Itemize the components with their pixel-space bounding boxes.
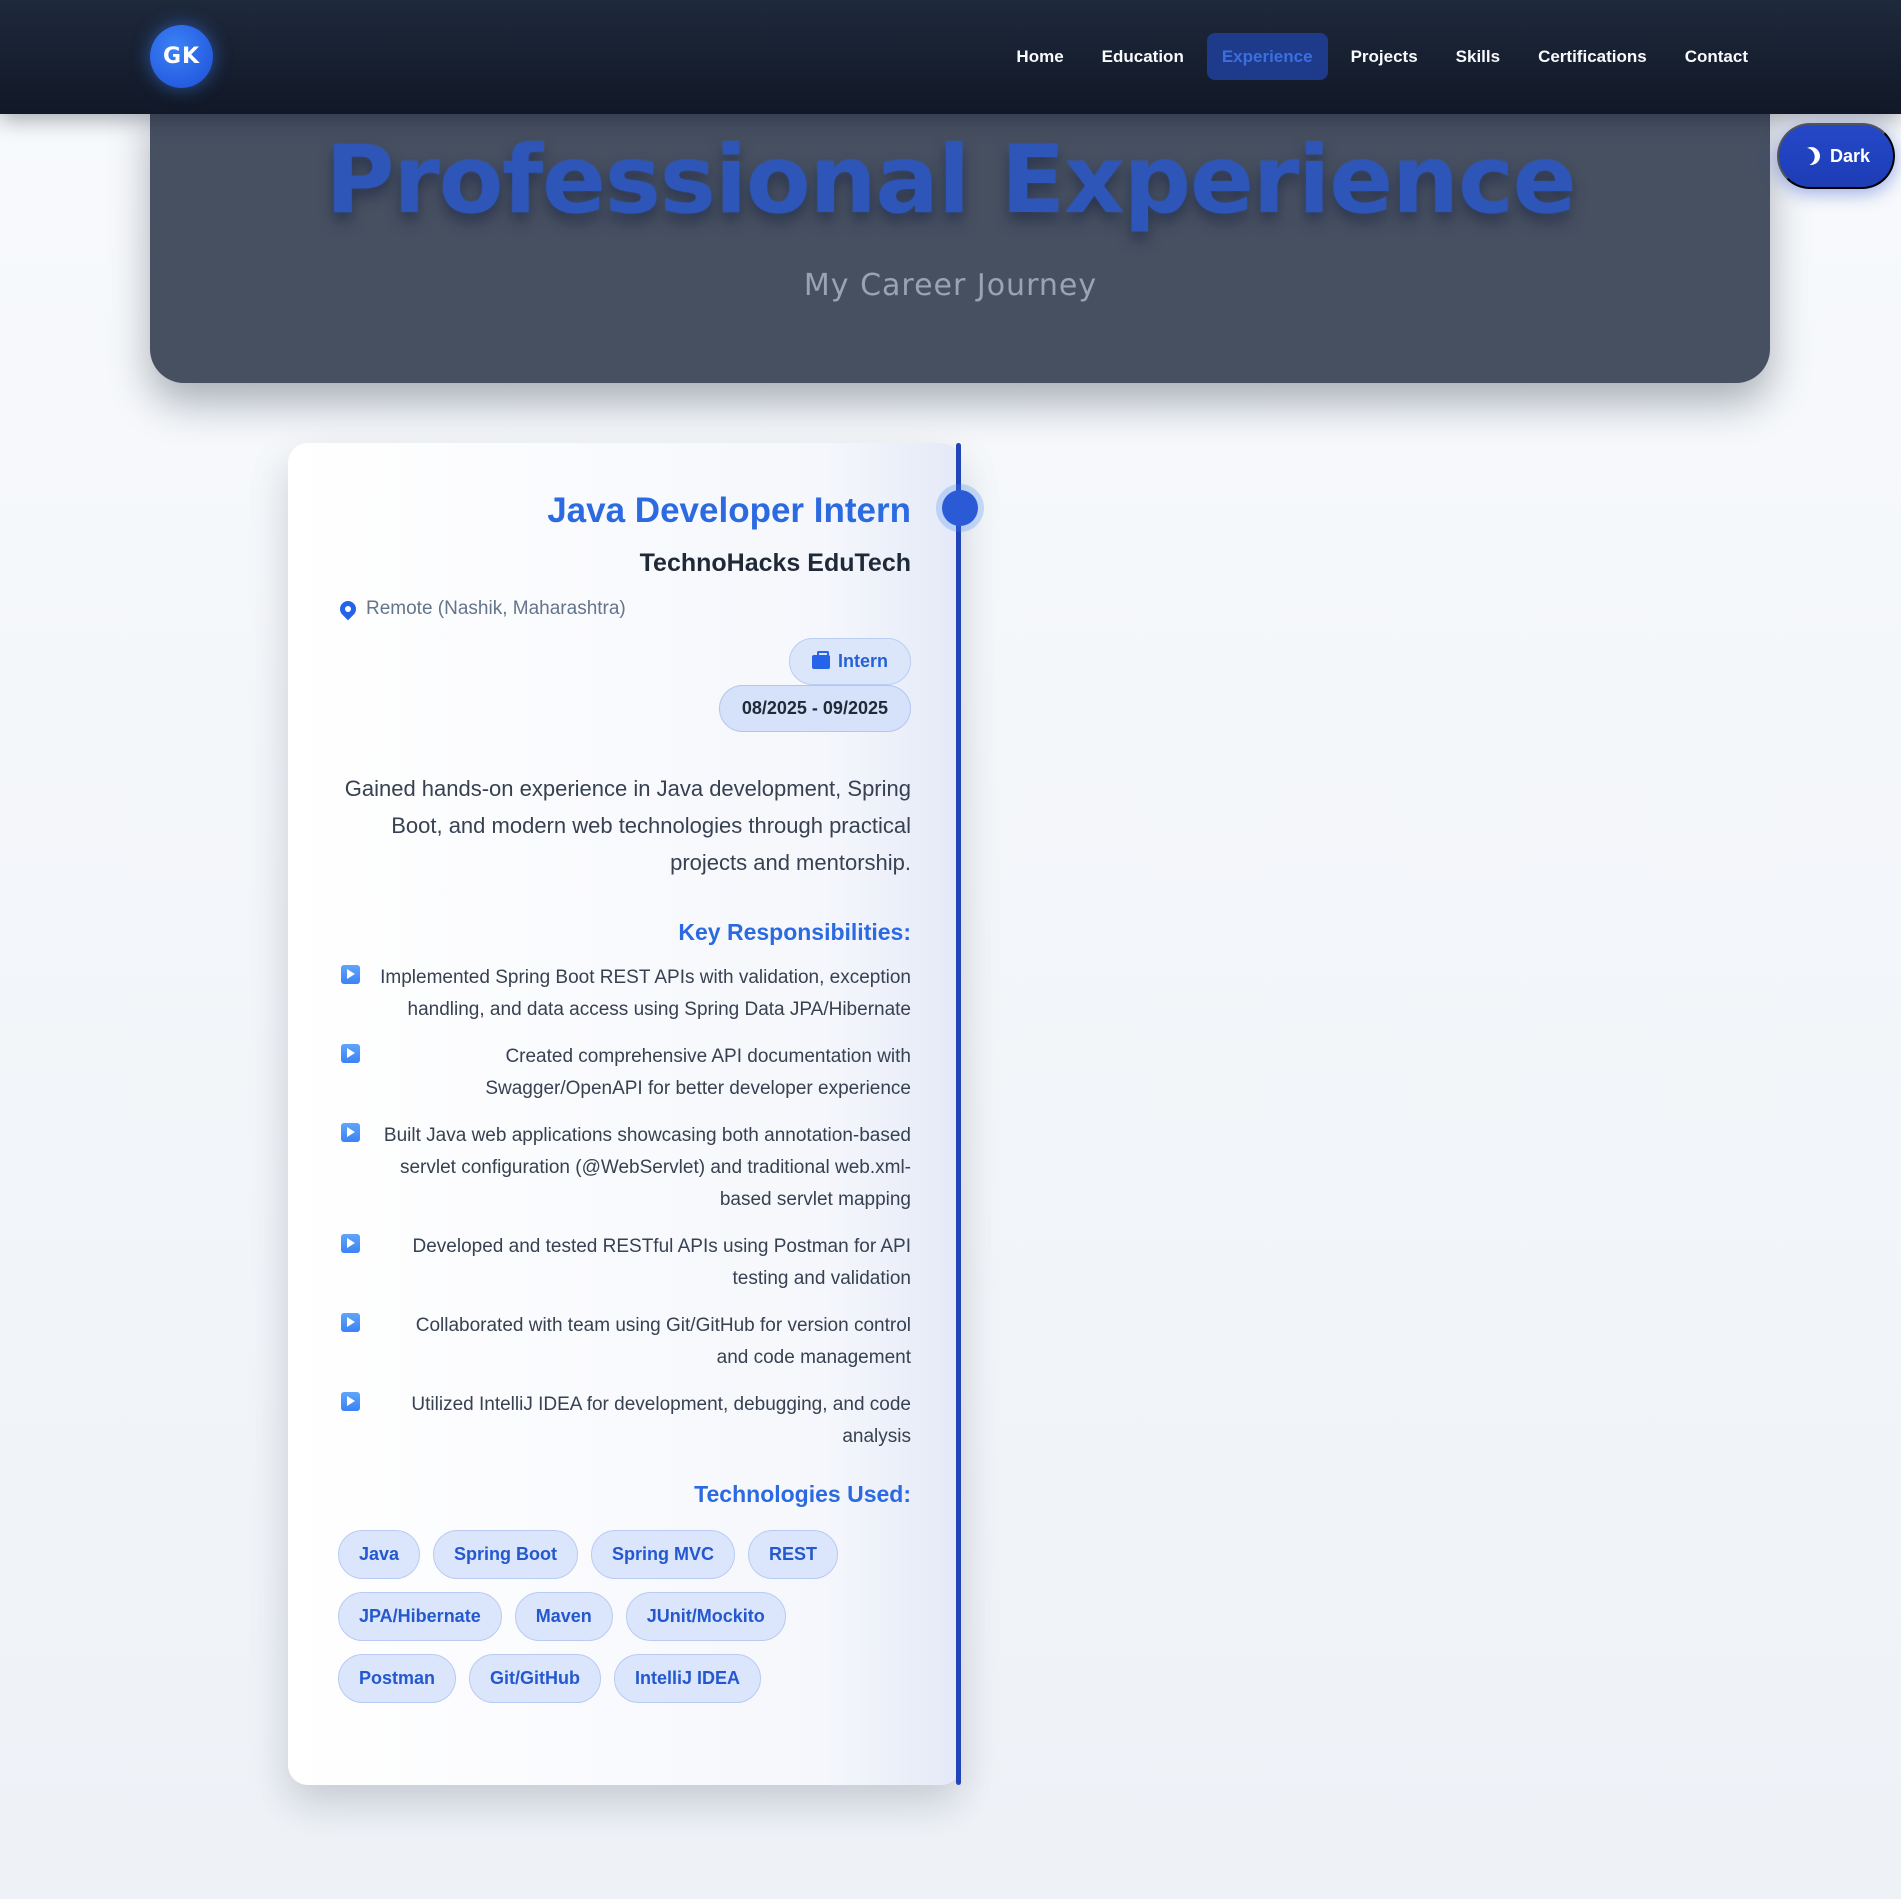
tech-tag: REST [748, 1530, 839, 1579]
dark-mode-label: Dark [1829, 145, 1871, 166]
play-bullet-icon [341, 1392, 360, 1411]
responsibility-text: Created comprehensive API documentation … [485, 1046, 911, 1099]
nav-link-skills[interactable]: Skills [1441, 33, 1515, 80]
nav-link-certifications[interactable]: Certifications [1523, 33, 1662, 80]
location-text: Remote (Nashik, Maharashtra) [366, 598, 626, 619]
list-item: Created comprehensive API documentation … [338, 1041, 911, 1105]
tech-tag: IntelliJ IDEA [614, 1654, 762, 1703]
navbar: GK Home Education Experience Projects Sk… [0, 0, 1901, 114]
responsibility-text: Developed and tested RESTful APIs using … [412, 1236, 912, 1289]
date-range-badge: 08/2025 - 09/2025 [718, 685, 911, 732]
page-subtitle: My Career Journey [803, 268, 1098, 303]
play-bullet-icon [341, 1044, 360, 1063]
nav-link-education[interactable]: Education [1087, 33, 1199, 80]
location: Remote (Nashik, Maharashtra) [336, 597, 911, 621]
list-item: Developed and tested RESTful APIs using … [338, 1231, 911, 1295]
tech-tag: Postman [338, 1654, 457, 1703]
nav-link-projects[interactable]: Projects [1336, 33, 1433, 80]
nav-links: Home Education Experience Projects Skill… [1001, 33, 1763, 80]
tech-tag: Java [338, 1530, 421, 1579]
logo[interactable]: GK [150, 25, 213, 88]
nav-link-contact[interactable]: Contact [1670, 33, 1763, 80]
responsibility-text: Built Java web applications showcasing b… [383, 1125, 911, 1210]
list-item: Implemented Spring Boot REST APIs with v… [338, 962, 911, 1026]
timeline-line [956, 443, 961, 1785]
list-item: Built Java web applications showcasing b… [338, 1120, 911, 1216]
list-item: Utilized IntelliJ IDEA for development, … [338, 1389, 911, 1453]
job-title: Java Developer Intern [547, 491, 911, 530]
company-name: TechnoHacks EduTech [639, 549, 911, 577]
responsibilities-list: Implemented Spring Boot REST APIs with v… [338, 962, 911, 1453]
list-item: Collaborated with team using Git/GitHub … [338, 1310, 911, 1374]
tech-tag: JPA/Hibernate [338, 1592, 502, 1641]
play-bullet-icon [341, 965, 360, 984]
experience-card: Java Developer Intern TechnoHacks EduTec… [288, 443, 961, 1785]
tech-tag: Spring MVC [591, 1530, 736, 1579]
employment-type-badge: Intern [788, 638, 911, 685]
job-summary: Gained hands-on experience in Java devel… [344, 776, 911, 875]
briefcase-icon [811, 650, 830, 669]
responsibility-text: Collaborated with team using Git/GitHub … [415, 1315, 911, 1368]
play-bullet-icon [341, 1313, 360, 1332]
technologies-heading: Technologies Used: [694, 1481, 911, 1507]
play-bullet-icon [341, 1123, 360, 1142]
moon-icon [1799, 144, 1824, 169]
nav-link-experience[interactable]: Experience [1206, 33, 1328, 80]
responsibility-text: Utilized IntelliJ IDEA for development, … [411, 1394, 911, 1447]
badges: Intern 08/2025 - 09/2025 [338, 638, 911, 732]
map-pin-icon [336, 597, 360, 621]
play-bullet-icon [341, 1234, 360, 1253]
dark-mode-toggle[interactable]: Dark [1777, 123, 1895, 189]
tech-tag: Git/GitHub [469, 1654, 602, 1703]
tech-tag: JUnit/Mockito [625, 1592, 786, 1641]
tech-tag: Spring Boot [433, 1530, 579, 1579]
responsibilities-heading: Key Responsibilities: [678, 919, 911, 945]
employment-type-label: Intern [837, 651, 888, 671]
responsibility-text: Implemented Spring Boot REST APIs with v… [380, 967, 911, 1020]
tech-tag: Maven [514, 1592, 613, 1641]
page-title: Professional Experience [325, 126, 1576, 235]
timeline-dot [942, 490, 978, 526]
nav-link-home[interactable]: Home [1001, 33, 1078, 80]
technology-tags: Java Spring Boot Spring MVC REST JPA/Hib… [338, 1530, 913, 1703]
